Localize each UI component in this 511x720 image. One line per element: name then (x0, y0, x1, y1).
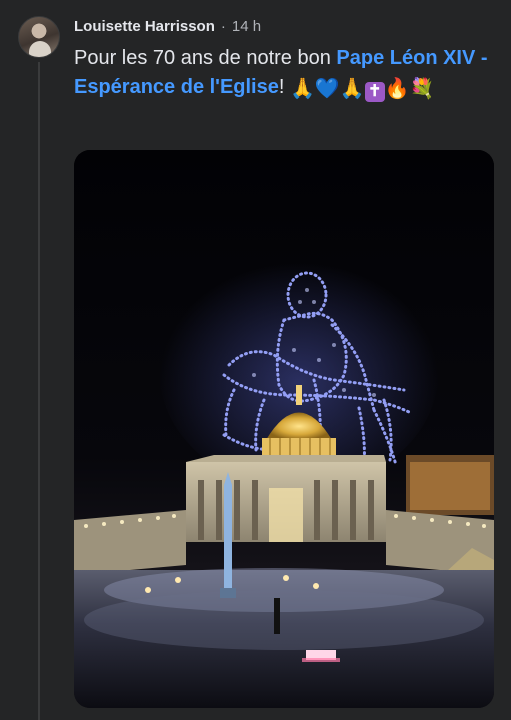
post: Louisette Harrisson · 14 h Pour les 70 a… (0, 0, 511, 720)
separator-dot: · (220, 17, 226, 35)
post-timestamp[interactable]: 14 h (232, 18, 261, 35)
blue-heart-emoji-icon: 💙 (314, 78, 340, 100)
praying-hands-emoji-icon: 🙏 (339, 78, 365, 100)
post-header: Louisette Harrisson · 14 h (74, 16, 261, 36)
author-name[interactable]: Louisette Harrisson (74, 18, 215, 35)
photo-illustration (74, 150, 494, 708)
post-text-prefix: Pour les 70 ans de notre bon (74, 47, 337, 69)
post-text-suffix: ! (278, 76, 285, 98)
avatar[interactable] (18, 16, 60, 58)
latin-cross-emoji-icon: ✝ (364, 82, 385, 102)
bouquet-emoji-icon: 💐 (409, 78, 435, 100)
thread-line (38, 62, 40, 720)
fire-emoji-icon: 🔥 (384, 78, 410, 100)
post-photo[interactable] (74, 150, 494, 708)
praying-hands-emoji-icon: 🙏 (289, 78, 315, 100)
avatar-figure (29, 41, 51, 57)
post-text: Pour les 70 ans de notre bon Pape Léon X… (74, 44, 494, 102)
